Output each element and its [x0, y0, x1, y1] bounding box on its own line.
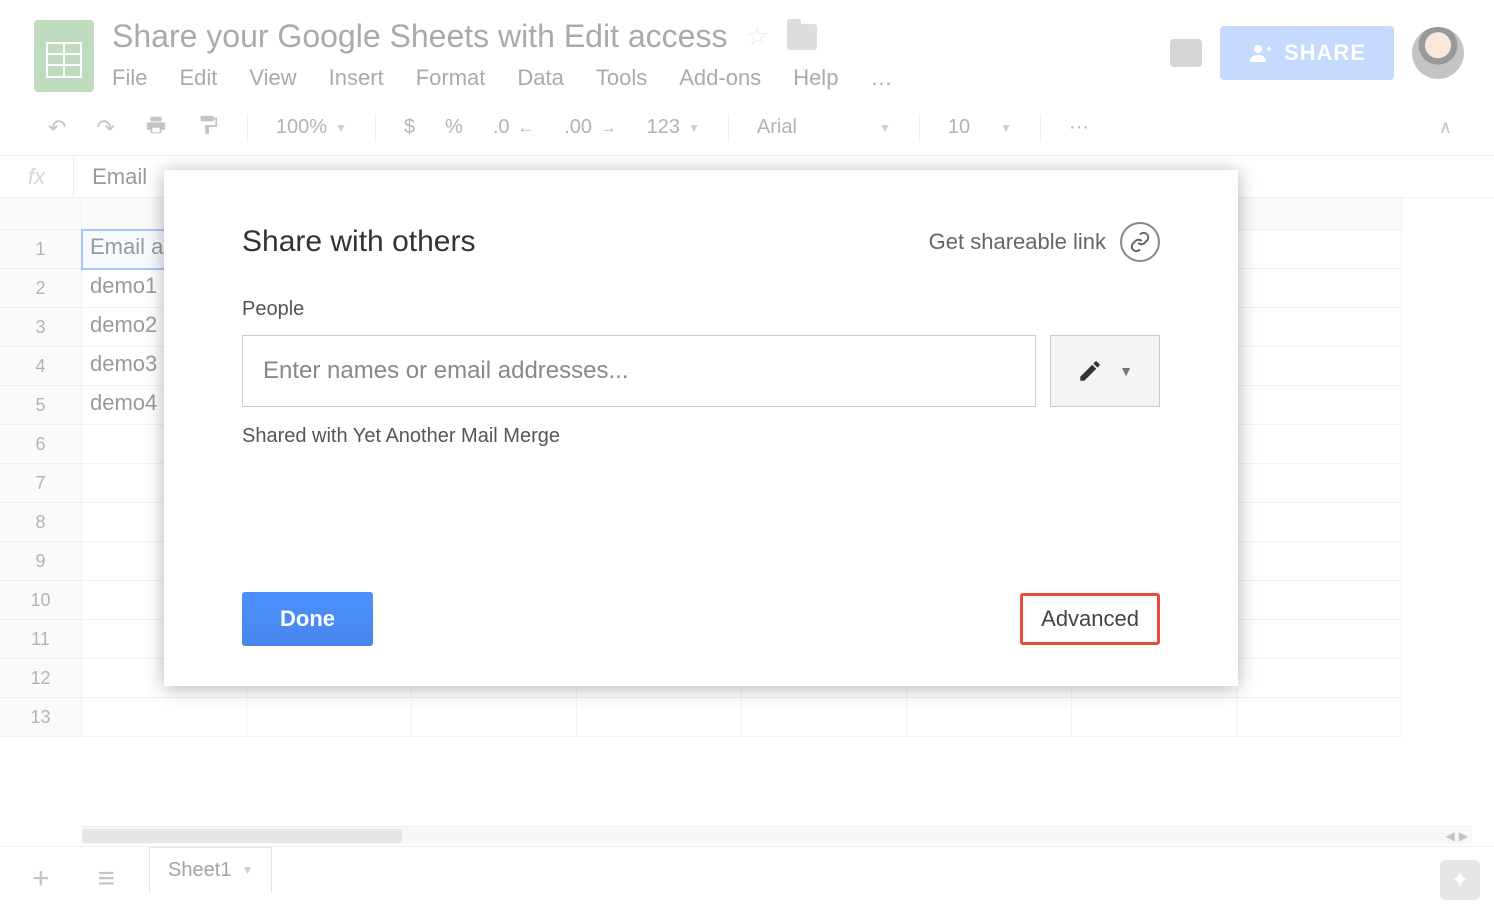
person-add-icon	[1248, 41, 1272, 65]
star-icon[interactable]: ☆	[745, 21, 768, 52]
toolbar: ↶ ↷ 100%▼ $ % .0← .00→ 123▼ Arial▼ 10▼ ·…	[0, 100, 1494, 156]
menu-data[interactable]: Data	[517, 65, 563, 91]
select-all-corner[interactable]	[0, 198, 82, 230]
cell[interactable]	[1237, 269, 1402, 308]
formula-value[interactable]: Email	[74, 164, 147, 190]
format-percent[interactable]: %	[437, 110, 471, 145]
pencil-icon	[1077, 358, 1103, 384]
permission-dropdown[interactable]: ▼	[1050, 335, 1160, 407]
menu-addons[interactable]: Add-ons	[679, 65, 761, 91]
row-header[interactable]: 6	[0, 425, 82, 464]
menu-insert[interactable]: Insert	[329, 65, 384, 91]
toolbar-more[interactable]: ···	[1061, 110, 1097, 145]
row-header[interactable]: 10	[0, 581, 82, 620]
row-header[interactable]: 5	[0, 386, 82, 425]
cell[interactable]	[412, 698, 577, 737]
scroll-right-icon[interactable]: ▶	[1459, 829, 1468, 843]
share-button[interactable]: SHARE	[1220, 26, 1394, 80]
dialog-title: Share with others	[242, 225, 475, 259]
cell[interactable]	[1237, 425, 1402, 464]
row-header[interactable]: 2	[0, 269, 82, 308]
menu-tools[interactable]: Tools	[596, 65, 647, 91]
folder-icon[interactable]	[787, 24, 817, 50]
cell[interactable]	[1237, 542, 1402, 581]
decrease-decimal[interactable]: .0←	[485, 110, 542, 145]
font-dropdown[interactable]: Arial▼	[749, 110, 899, 145]
cell[interactable]	[1237, 386, 1402, 425]
explore-button[interactable]: ✦	[1440, 860, 1480, 900]
get-shareable-link[interactable]: Get shareable link	[929, 222, 1160, 262]
menu-help[interactable]: Help	[793, 65, 838, 91]
people-input[interactable]	[242, 335, 1036, 407]
cell[interactable]	[742, 698, 907, 737]
increase-decimal[interactable]: .00→	[556, 110, 624, 145]
format-currency[interactable]: $	[396, 110, 423, 145]
menu-bar: File Edit View Insert Format Data Tools …	[112, 65, 1170, 91]
column-header[interactable]	[1237, 198, 1402, 230]
cell[interactable]	[247, 698, 412, 737]
cell[interactable]	[1237, 698, 1402, 737]
font-size-dropdown[interactable]: 10▼	[940, 110, 1020, 145]
menu-file[interactable]: File	[112, 65, 147, 91]
print-icon[interactable]	[137, 108, 175, 148]
scrollbar-thumb[interactable]	[82, 829, 402, 843]
done-button[interactable]: Done	[242, 592, 373, 646]
row-header[interactable]: 11	[0, 620, 82, 659]
cell[interactable]	[1237, 659, 1402, 698]
undo-icon[interactable]: ↶	[40, 109, 74, 147]
row-header[interactable]: 3	[0, 308, 82, 347]
shared-with-text: Shared with Yet Another Mail Merge	[242, 425, 1160, 448]
advanced-link[interactable]: Advanced	[1020, 593, 1160, 645]
scroll-left-icon[interactable]: ◀	[1446, 829, 1455, 843]
share-button-label: SHARE	[1284, 40, 1366, 66]
get-shareable-link-label: Get shareable link	[929, 229, 1106, 255]
row-header[interactable]: 9	[0, 542, 82, 581]
row-header[interactable]: 4	[0, 347, 82, 386]
row-header[interactable]: 13	[0, 698, 82, 737]
cell[interactable]	[82, 698, 247, 737]
collapse-toolbar-icon[interactable]: ∧	[1439, 117, 1452, 138]
comments-icon[interactable]	[1170, 39, 1202, 67]
row-header[interactable]: 7	[0, 464, 82, 503]
menu-edit[interactable]: Edit	[179, 65, 217, 91]
cell[interactable]	[1237, 620, 1402, 659]
cell[interactable]	[1237, 230, 1402, 269]
number-format-dropdown[interactable]: 123▼	[639, 110, 708, 145]
all-sheets-button[interactable]: ≡	[84, 856, 130, 902]
share-dialog: Share with others Get shareable link Peo…	[164, 170, 1238, 686]
account-avatar[interactable]	[1412, 27, 1464, 79]
menu-format[interactable]: Format	[416, 65, 486, 91]
cell[interactable]	[1237, 581, 1402, 620]
row-header[interactable]: 1	[0, 230, 82, 269]
fx-label: fx	[0, 156, 74, 197]
cell[interactable]	[1237, 347, 1402, 386]
add-sheet-button[interactable]: +	[18, 856, 64, 902]
cell[interactable]	[1237, 308, 1402, 347]
people-label: People	[242, 298, 1160, 321]
cell[interactable]	[577, 698, 742, 737]
cell[interactable]	[1237, 464, 1402, 503]
zoom-dropdown[interactable]: 100%▼	[268, 110, 355, 145]
document-title[interactable]: Share your Google Sheets with Edit acces…	[112, 18, 727, 55]
link-icon	[1120, 222, 1160, 262]
sheets-logo-icon[interactable]	[34, 20, 94, 92]
cell[interactable]	[1237, 503, 1402, 542]
sheet-tab[interactable]: Sheet1 ▼	[149, 847, 272, 893]
sheet-tab-menu-icon[interactable]: ▼	[241, 863, 253, 877]
chevron-down-icon: ▼	[1119, 363, 1133, 379]
menu-view[interactable]: View	[249, 65, 296, 91]
horizontal-scrollbar[interactable]: ◀▶	[82, 826, 1472, 844]
sheet-tab-label: Sheet1	[168, 859, 231, 882]
cell[interactable]	[1072, 698, 1237, 737]
menu-more[interactable]: …	[870, 65, 892, 91]
row-header[interactable]: 12	[0, 659, 82, 698]
cell[interactable]	[907, 698, 1072, 737]
sheet-footer: + ≡ Sheet1 ▼ ✦	[0, 846, 1494, 910]
redo-icon[interactable]: ↷	[88, 109, 122, 147]
paint-format-icon[interactable]	[189, 108, 227, 148]
row-header[interactable]: 8	[0, 503, 82, 542]
